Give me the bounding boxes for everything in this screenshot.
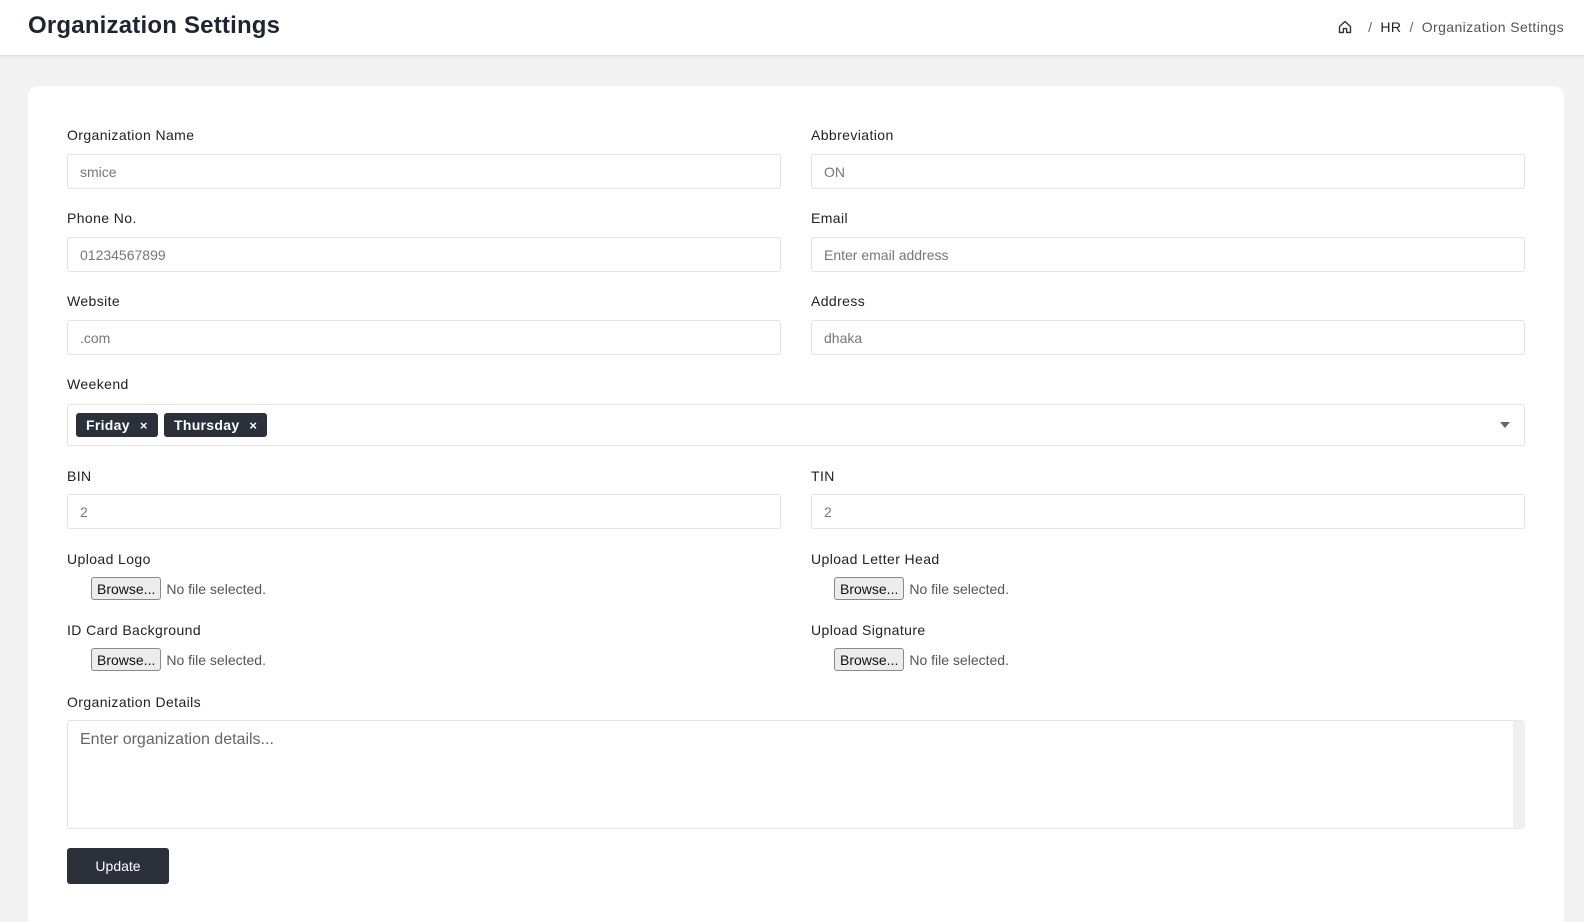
tag-label: Friday — [86, 417, 130, 433]
email-label: Email — [811, 210, 849, 226]
update-button[interactable]: Update — [67, 848, 169, 884]
upload-letter-head-label: Upload Letter Head — [811, 551, 940, 567]
upload-signature-status: No file selected. — [909, 651, 1009, 668]
weekend-multiselect[interactable]: Friday × Thursday × — [67, 404, 1525, 446]
weekend-label: Weekend — [67, 376, 129, 392]
website-input[interactable] — [67, 320, 781, 355]
phone-input[interactable] — [67, 237, 781, 272]
upload-letter-head-browse-button[interactable]: Browse... — [834, 577, 905, 600]
upload-signature-file-input: Browse... No file selected. — [834, 648, 1009, 671]
top-header: Organization Settings / HR / Organizatio… — [0, 0, 1584, 56]
id-card-bg-file-input: Browse... No file selected. — [91, 648, 266, 671]
weekend-tag-friday: Friday × — [76, 413, 158, 437]
breadcrumb-item-current: Organization Settings — [1421, 19, 1564, 35]
org-details-textarea[interactable] — [67, 720, 1525, 829]
website-label: Website — [67, 293, 121, 309]
tin-label: TIN — [811, 468, 835, 484]
upload-letter-head-status: No file selected. — [909, 580, 1009, 597]
abbreviation-input[interactable] — [811, 154, 1525, 189]
org-details-label: Organization Details — [67, 694, 202, 710]
upload-logo-status: No file selected. — [166, 580, 266, 597]
tag-label: Thursday — [174, 417, 240, 433]
upload-letter-head-file-input: Browse... No file selected. — [834, 577, 1009, 600]
phone-label: Phone No. — [67, 210, 137, 226]
address-label: Address — [811, 293, 866, 309]
org-name-label: Organization Name — [67, 127, 195, 143]
email-input[interactable] — [811, 237, 1525, 272]
id-card-bg-status: No file selected. — [166, 651, 266, 668]
settings-card: Organization Name Abbreviation Phone No.… — [28, 86, 1564, 922]
remove-tag-icon[interactable]: × — [249, 418, 257, 433]
address-input[interactable] — [811, 320, 1525, 355]
remove-tag-icon[interactable]: × — [140, 418, 148, 433]
breadcrumb-separator: / — [1368, 19, 1373, 35]
breadcrumb-item-hr[interactable]: HR — [1380, 19, 1401, 35]
page-title: Organization Settings — [28, 12, 281, 39]
breadcrumb-separator: / — [1409, 19, 1414, 35]
abbreviation-label: Abbreviation — [811, 127, 894, 143]
breadcrumb: / HR / Organization Settings — [1338, 19, 1564, 35]
chevron-down-icon[interactable] — [1500, 422, 1510, 428]
bin-input[interactable] — [67, 494, 781, 529]
id-card-bg-label: ID Card Background — [67, 622, 202, 638]
org-name-input[interactable] — [67, 154, 781, 189]
upload-signature-label: Upload Signature — [811, 622, 926, 638]
home-icon[interactable] — [1338, 20, 1352, 34]
id-card-bg-browse-button[interactable]: Browse... — [91, 648, 162, 671]
upload-logo-file-input: Browse... No file selected. — [91, 577, 266, 600]
bin-label: BIN — [67, 468, 92, 484]
upload-logo-label: Upload Logo — [67, 551, 151, 567]
weekend-tag-thursday: Thursday × — [164, 413, 268, 437]
upload-signature-browse-button[interactable]: Browse... — [834, 648, 905, 671]
upload-logo-browse-button[interactable]: Browse... — [91, 577, 162, 600]
tin-input[interactable] — [811, 494, 1525, 529]
